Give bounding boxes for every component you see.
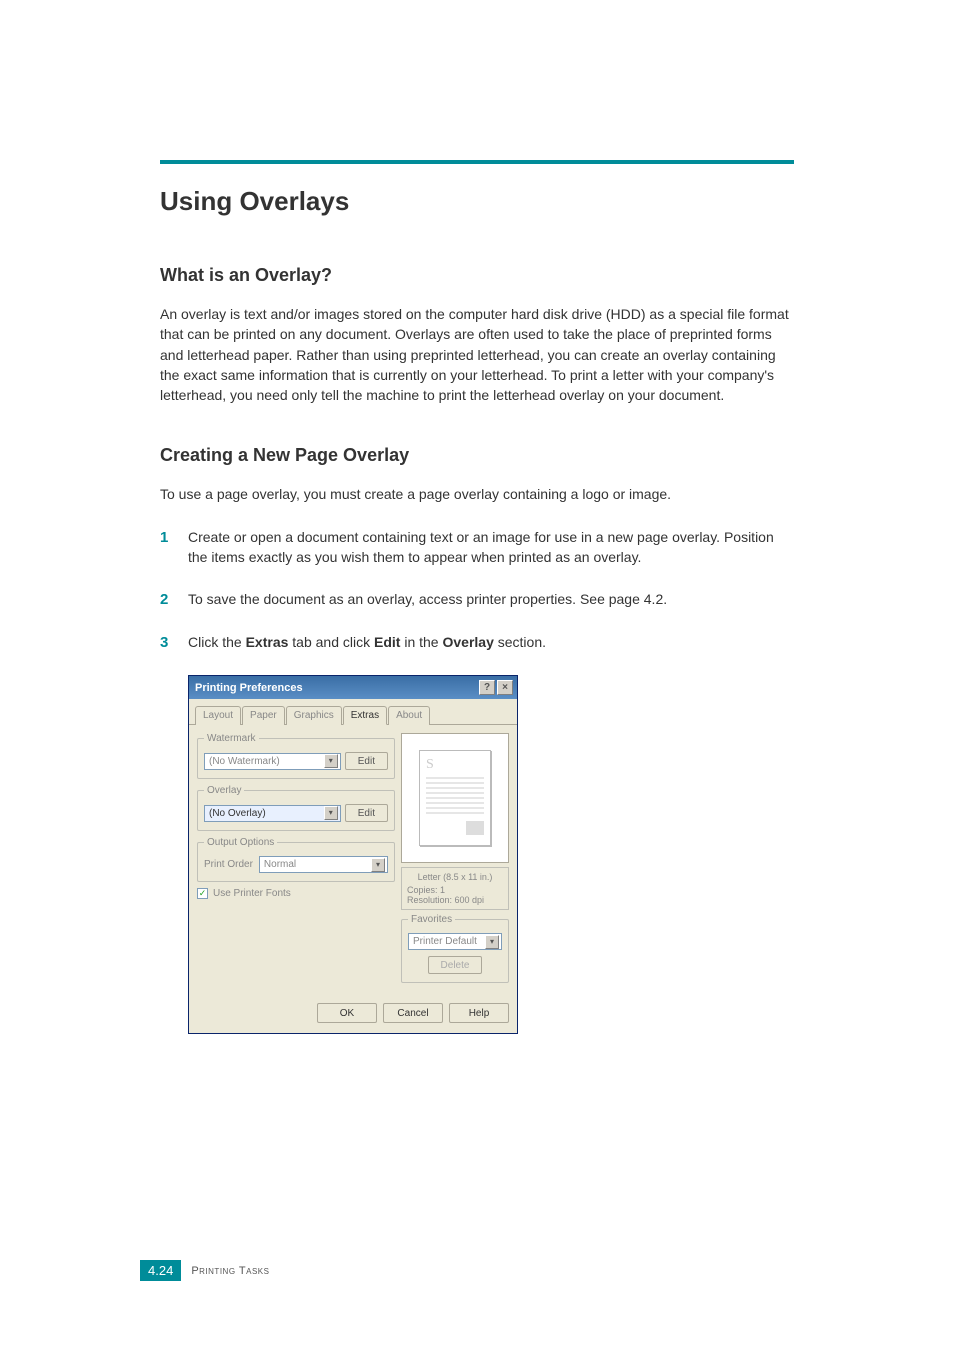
help-icon[interactable]: ? (479, 680, 495, 695)
step-3-overlay: Overlay (442, 634, 493, 650)
favorites-value: Printer Default (413, 936, 477, 947)
use-printer-fonts-label: Use Printer Fonts (213, 888, 291, 899)
watermark-group: Watermark (No Watermark) ▾ Edit (197, 733, 395, 779)
creating-overlay-heading: Creating a New Page Overlay (160, 445, 794, 466)
watermark-dropdown[interactable]: (No Watermark) ▾ (204, 753, 341, 770)
step-3-mid2: in the (400, 634, 442, 650)
close-icon[interactable]: × (497, 680, 513, 695)
step-2: 2 To save the document as an overlay, ac… (160, 589, 794, 610)
overlay-dropdown[interactable]: (No Overlay) ▾ (204, 805, 341, 822)
favorites-delete-button[interactable]: Delete (428, 956, 483, 974)
tab-paper[interactable]: Paper (242, 706, 285, 725)
overlay-group: Overlay (No Overlay) ▾ Edit (197, 785, 395, 831)
printing-preferences-dialog: Printing Preferences ? × Layout Paper Gr… (188, 675, 518, 1034)
chevron-down-icon: ▾ (485, 935, 499, 949)
print-order-value: Normal (264, 859, 296, 870)
watermark-value: (No Watermark) (209, 756, 280, 767)
dialog-titlebar: Printing Preferences ? × (189, 676, 517, 699)
output-options-group: Output Options Print Order Normal ▾ (197, 837, 395, 882)
preview-copies: Copies: 1 (407, 885, 503, 895)
overlay-value: (No Overlay) (209, 808, 266, 819)
step-2-text: To save the document as an overlay, acce… (188, 589, 667, 609)
favorites-group: Favorites Printer Default ▾ Delete (401, 914, 509, 983)
ok-button[interactable]: OK (317, 1003, 377, 1023)
cancel-button[interactable]: Cancel (383, 1003, 443, 1023)
chevron-down-icon: ▾ (324, 754, 338, 768)
what-is-overlay-body: An overlay is text and/or images stored … (160, 304, 794, 405)
chevron-down-icon: ▾ (371, 858, 385, 872)
dialog-tabs: Layout Paper Graphics Extras About (189, 699, 517, 725)
preview-letter-icon: S (426, 757, 434, 773)
print-order-label: Print Order (204, 859, 253, 870)
preview-page: S (419, 750, 491, 846)
tab-extras[interactable]: Extras (343, 706, 387, 725)
tab-graphics[interactable]: Graphics (286, 706, 342, 725)
step-1-number: 1 (160, 527, 188, 548)
preview-info: Letter (8.5 x 11 in.) Copies: 1 Resoluti… (401, 867, 509, 910)
step-1: 1 Create or open a document containing t… (160, 527, 794, 568)
step-3-text: Click the Extras tab and click Edit in t… (188, 632, 546, 652)
step-3-mid: tab and click (288, 634, 374, 650)
step-1-text: Create or open a document containing tex… (188, 527, 794, 568)
chevron-down-icon: ▾ (324, 806, 338, 820)
print-order-dropdown[interactable]: Normal ▾ (259, 856, 388, 873)
main-heading: Using Overlays (160, 186, 794, 217)
preview-image-placeholder (466, 821, 484, 835)
page-footer: 4.24 Printing Tasks (140, 1260, 269, 1281)
step-3-extras: Extras (246, 634, 289, 650)
preview-pane: S (401, 733, 509, 863)
use-printer-fonts-checkbox[interactable]: ✓ (197, 888, 208, 899)
overlay-legend: Overlay (204, 785, 244, 796)
help-button[interactable]: Help (449, 1003, 509, 1023)
output-options-legend: Output Options (204, 837, 277, 848)
page-number: 4.24 (140, 1260, 181, 1281)
watermark-edit-button[interactable]: Edit (345, 752, 388, 770)
creating-overlay-intro: To use a page overlay, you must create a… (160, 484, 794, 504)
step-3-number: 3 (160, 632, 188, 653)
dialog-footer: OK Cancel Help (189, 997, 517, 1033)
tab-layout[interactable]: Layout (195, 706, 241, 725)
section-rule (160, 160, 794, 164)
watermark-legend: Watermark (204, 733, 259, 744)
preview-resolution: Resolution: 600 dpi (407, 895, 503, 905)
favorites-legend: Favorites (408, 914, 455, 925)
preview-paper-size: Letter (8.5 x 11 in.) (407, 872, 503, 882)
overlay-edit-button[interactable]: Edit (345, 804, 388, 822)
step-3-edit: Edit (374, 634, 400, 650)
step-3-pre: Click the (188, 634, 246, 650)
step-3-post: section. (494, 634, 546, 650)
favorites-dropdown[interactable]: Printer Default ▾ (408, 933, 502, 950)
what-is-overlay-heading: What is an Overlay? (160, 265, 794, 286)
tab-about[interactable]: About (388, 706, 430, 725)
step-3: 3 Click the Extras tab and click Edit in… (160, 632, 794, 653)
step-2-number: 2 (160, 589, 188, 610)
dialog-title: Printing Preferences (195, 682, 303, 694)
footer-label: Printing Tasks (191, 1265, 269, 1277)
